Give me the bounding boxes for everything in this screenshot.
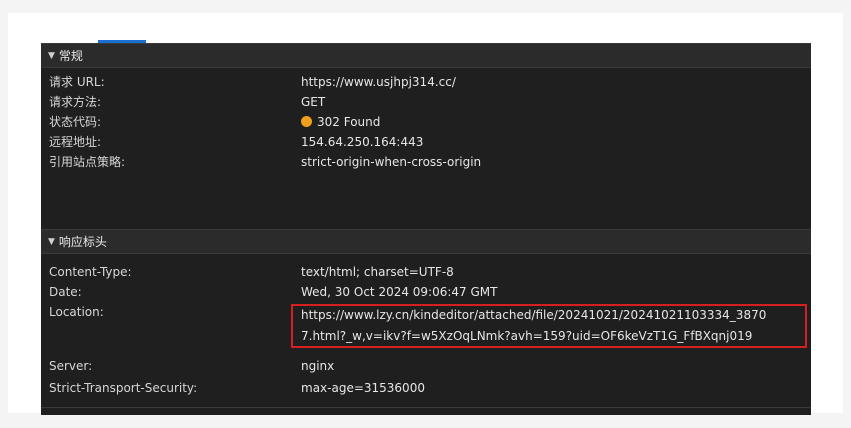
section-title-general: 常规 xyxy=(58,49,83,63)
row-value[interactable]: max-age=31536000 xyxy=(301,378,425,398)
row-value[interactable]: nginx xyxy=(301,356,334,376)
highlight-box-annotation xyxy=(291,304,807,348)
general-row-referrer-policy: 引用站点策略: strict-origin-when-cross-origin xyxy=(41,152,811,172)
status-text: 302 Found xyxy=(317,115,381,129)
row-key: 请求方法: xyxy=(49,95,102,109)
section-header-general[interactable]: ▼ 常规 xyxy=(41,43,811,68)
general-row-request-method: 请求方法: GET xyxy=(41,92,811,112)
row-key: 请求 URL: xyxy=(49,75,105,89)
row-key: Server: xyxy=(49,359,93,373)
row-key: Date: xyxy=(49,285,82,299)
row-value[interactable]: https://www.usjhpj314.cc/ xyxy=(301,72,456,92)
response-row-strict-transport-security: Strict-Transport-Security: max-age=31536… xyxy=(41,378,811,398)
row-key: 引用站点策略: xyxy=(49,155,126,169)
screenshot-frame: ▼ 常规 请求 URL: https://www.usjhpj314.cc/ 请… xyxy=(8,13,843,415)
status-dot-icon xyxy=(301,116,312,127)
bottom-divider xyxy=(41,407,811,408)
row-key: Strict-Transport-Security: xyxy=(49,381,198,395)
row-key: Content-Type: xyxy=(49,265,132,279)
headers-panel: ▼ 常规 请求 URL: https://www.usjhpj314.cc/ 请… xyxy=(41,40,811,415)
row-value[interactable]: strict-origin-when-cross-origin xyxy=(301,152,481,172)
row-value[interactable]: 154.64.250.164:443 xyxy=(301,132,423,152)
section-header-response-headers[interactable]: ▼ 响应标头 xyxy=(41,229,811,254)
general-row-status-code: 状态代码: 302 Found xyxy=(41,112,811,132)
response-row-content-type: Content-Type: text/html; charset=UTF-8 xyxy=(41,262,811,282)
row-key: Location: xyxy=(49,305,104,319)
triangle-down-icon: ▼ xyxy=(48,50,55,61)
row-value-status[interactable]: 302 Found xyxy=(301,112,380,132)
row-value[interactable]: text/html; charset=UTF-8 xyxy=(301,262,454,282)
response-row-server: Server: nginx xyxy=(41,356,811,376)
row-value[interactable]: Wed, 30 Oct 2024 09:06:47 GMT xyxy=(301,282,497,302)
row-key: 远程地址: xyxy=(49,135,102,149)
triangle-down-icon: ▼ xyxy=(48,236,55,247)
row-value[interactable]: GET xyxy=(301,92,325,112)
row-key: 状态代码: xyxy=(49,115,102,129)
response-row-date: Date: Wed, 30 Oct 2024 09:06:47 GMT xyxy=(41,282,811,302)
general-row-remote-address: 远程地址: 154.64.250.164:443 xyxy=(41,132,811,152)
section-title-response-headers: 响应标头 xyxy=(58,235,107,249)
general-row-request-url: 请求 URL: https://www.usjhpj314.cc/ xyxy=(41,72,811,92)
